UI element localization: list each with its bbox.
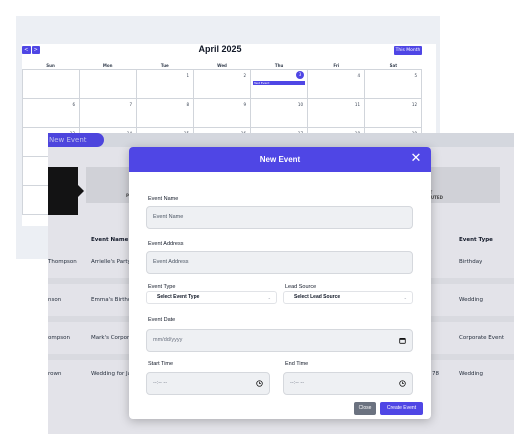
- modal-title: New Event: [259, 155, 301, 164]
- end-time-placeholder: --:-- --: [290, 380, 305, 386]
- weekday-label: Sun: [46, 63, 55, 68]
- calendar-event[interactable]: Test Event: [253, 81, 305, 85]
- event-date-input[interactable]: mm/dd/yyyy: [146, 329, 413, 352]
- calendar-day[interactable]: 12: [365, 99, 422, 128]
- client-cell: ompson: [48, 335, 70, 341]
- event-type-label: Event Type: [148, 284, 176, 290]
- day-number: 7: [129, 102, 132, 107]
- calendar-day-today[interactable]: 3 Test Event: [251, 70, 308, 99]
- screen: < > April 2025 This Month Sun Mon Tue We…: [0, 0, 514, 434]
- event-address-input[interactable]: Event Address: [146, 251, 413, 274]
- lead-source-select[interactable]: Select Lead Source ⌄: [283, 291, 413, 304]
- day-number: 12: [411, 102, 417, 107]
- calendar-day[interactable]: 11: [308, 99, 365, 128]
- calendar-day[interactable]: 6: [23, 99, 80, 128]
- event-type-cell: Corporate Event: [459, 335, 504, 341]
- clock-icon[interactable]: [254, 373, 264, 394]
- day-number: 9: [243, 102, 246, 107]
- client-cell: nson: [48, 297, 62, 303]
- event-name-cell: Emma's Birthda: [91, 297, 129, 303]
- weekday-header: Sun Mon Tue Wed Thu Fri Sat: [22, 63, 422, 68]
- event-type-cell: Birthday: [459, 259, 483, 265]
- event-type-cell: Wedding: [459, 371, 483, 377]
- day-number: 4: [357, 73, 360, 78]
- chevron-down-icon: ⌄: [267, 295, 271, 300]
- client-cell: rown: [48, 371, 62, 377]
- event-name-cell: Wedding for Jar: [91, 371, 129, 377]
- calendar-day[interactable]: 2: [194, 70, 251, 99]
- close-button[interactable]: Close: [354, 402, 376, 415]
- chevron-down-icon: ⌄: [403, 295, 407, 300]
- calendar-day[interactable]: 1: [137, 70, 194, 99]
- list-header-bar: [48, 133, 514, 147]
- day-number: 10: [297, 102, 303, 107]
- calendar-day[interactable]: 10: [251, 99, 308, 128]
- stat-card-arrow: [78, 185, 84, 197]
- event-name-cell: Arrielle's Party: [91, 259, 129, 265]
- day-number: 11: [354, 102, 360, 107]
- this-month-button[interactable]: This Month: [394, 46, 422, 55]
- new-event-modal: New Event ✕ Event Name Event Name Event …: [129, 147, 431, 419]
- day-number: 2: [243, 73, 246, 78]
- start-time-label: Start Time: [148, 361, 174, 367]
- calendar-day[interactable]: [23, 70, 80, 99]
- event-type-cell: Wedding: [459, 297, 483, 303]
- weekday-label: Mon: [102, 63, 113, 68]
- client-cell: Thompson: [48, 259, 77, 265]
- calendar-day[interactable]: 9: [194, 99, 251, 128]
- weekday-label: Thu: [274, 63, 284, 68]
- calendar-day[interactable]: 7: [80, 99, 137, 128]
- weekday-label: Sat: [389, 63, 398, 68]
- calendar-icon[interactable]: [397, 330, 407, 351]
- weekday-label: Wed: [217, 63, 227, 68]
- create-event-button[interactable]: Create Event: [380, 402, 423, 415]
- new-event-tab[interactable]: New Event: [48, 133, 104, 147]
- event-address-label: Event Address: [148, 241, 184, 247]
- start-time-input[interactable]: --:-- --: [146, 372, 270, 395]
- calendar-day[interactable]: 4: [308, 70, 365, 99]
- day-number: 8: [186, 102, 189, 107]
- clock-icon[interactable]: [397, 373, 407, 394]
- weekday-label: Fri: [333, 63, 340, 68]
- event-name-cell: Mark's Corporat: [91, 335, 129, 341]
- column-header-event-type[interactable]: Event Type: [459, 237, 493, 243]
- close-icon[interactable]: ✕: [410, 150, 422, 168]
- extra-cell: 78: [432, 371, 439, 377]
- day-number: 6: [72, 102, 75, 107]
- event-date-label: Event Date: [148, 317, 176, 323]
- column-header-event-name[interactable]: Event Name: [91, 237, 128, 243]
- stat-card-dark: [48, 167, 78, 215]
- day-number: 1: [186, 73, 189, 78]
- day-number: 5: [414, 73, 417, 78]
- start-time-placeholder: --:-- --: [153, 380, 168, 386]
- event-date-placeholder: mm/dd/yyyy: [153, 337, 183, 343]
- event-name-input[interactable]: Event Name: [146, 206, 413, 229]
- end-time-label: End Time: [285, 361, 309, 367]
- event-type-select[interactable]: Select Event Type ⌄: [146, 291, 277, 304]
- calendar-title: April 2025: [198, 44, 242, 54]
- today-day-number: 3: [296, 71, 304, 79]
- calendar-day[interactable]: [80, 70, 137, 99]
- event-type-selected: Select Event Type: [157, 294, 200, 300]
- lead-source-selected: Select Lead Source: [294, 294, 341, 300]
- end-time-input[interactable]: --:-- --: [283, 372, 413, 395]
- calendar-day[interactable]: 5: [365, 70, 422, 99]
- calendar-day[interactable]: 8: [137, 99, 194, 128]
- lead-source-label: Lead Source: [285, 284, 317, 290]
- weekday-label: Tue: [160, 63, 169, 68]
- event-name-label: Event Name: [148, 196, 179, 202]
